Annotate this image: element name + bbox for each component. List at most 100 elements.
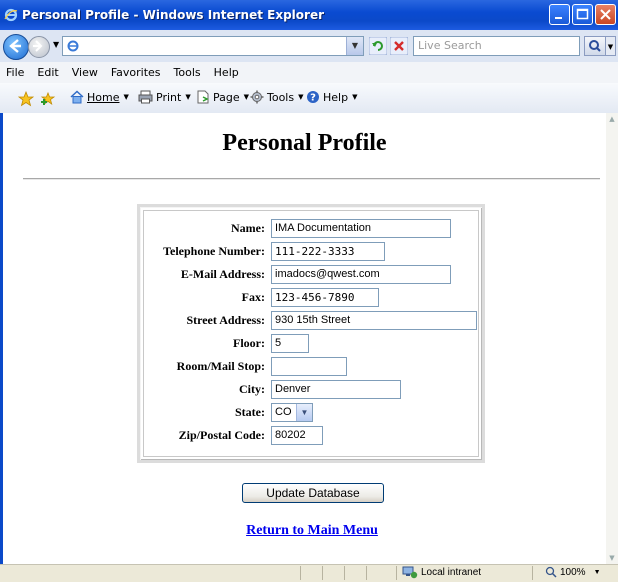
refresh-icon[interactable] <box>369 37 387 55</box>
status-divider <box>532 566 533 580</box>
fax-label: Fax: <box>241 289 265 304</box>
profile-form-inner: Name: IMA Documentation Telephone Number… <box>143 210 479 457</box>
ie-logo-icon <box>4 8 18 22</box>
profile-form: Name: IMA Documentation Telephone Number… <box>137 204 485 463</box>
zoom-level: 100% <box>560 566 586 578</box>
page-title: Personal Profile <box>222 130 387 156</box>
search-options-icon[interactable]: ▼ <box>606 36 616 56</box>
menu-help[interactable]: Help <box>214 66 239 79</box>
back-button[interactable] <box>3 34 29 60</box>
home-button[interactable]: Home ▼ <box>70 90 129 104</box>
menu-file[interactable]: File <box>6 66 24 79</box>
magnifier-icon <box>589 40 601 52</box>
fax-input[interactable]: 123-456-7890 <box>271 287 379 307</box>
address-toolbar: ▼ ▼ Live Search ▼ <box>0 30 618 63</box>
update-database-button[interactable]: Update Database <box>242 483 384 503</box>
name-label: Name: <box>231 220 265 235</box>
street-label: Street Address: <box>186 312 265 327</box>
chevron-down-icon[interactable]: ▼ <box>296 403 312 421</box>
form-row-city: City: Denver <box>144 378 484 400</box>
print-dropdown-icon[interactable]: ▼ <box>185 93 190 101</box>
floor-label: Floor: <box>233 335 265 350</box>
zoom-control[interactable]: 100% ▼ <box>545 566 601 578</box>
close-button[interactable] <box>595 4 616 25</box>
close-icon <box>600 9 611 20</box>
window-title: Personal Profile - Windows Internet Expl… <box>22 8 324 22</box>
page-button[interactable]: Page ▼ <box>196 90 249 104</box>
vertical-scrollbar[interactable]: ▲ ▼ <box>606 113 618 564</box>
menu-view[interactable]: View <box>72 66 98 79</box>
form-row-name: Name: IMA Documentation <box>144 217 484 239</box>
form-row-zip: Zip/Postal Code: 80202 <box>144 424 484 446</box>
zip-input[interactable]: 80202 <box>271 425 323 445</box>
window-titlebar: Personal Profile - Windows Internet Expl… <box>0 0 618 30</box>
scroll-down-icon[interactable]: ▼ <box>606 552 618 564</box>
help-dropdown-icon[interactable]: ▼ <box>352 93 357 101</box>
print-button[interactable]: Print ▼ <box>138 90 191 104</box>
help-label: Help <box>323 90 349 104</box>
email-label: E-Mail Address: <box>180 266 265 281</box>
status-divider <box>344 566 345 580</box>
scroll-up-icon[interactable]: ▲ <box>606 113 618 125</box>
stop-icon[interactable] <box>390 37 408 55</box>
page-dropdown-icon[interactable]: ▼ <box>244 93 249 101</box>
telephone-label: Telephone Number: <box>163 243 265 258</box>
favorites-star-icon[interactable] <box>18 91 34 107</box>
menu-favorites[interactable]: Favorites <box>111 66 161 79</box>
maximize-button[interactable] <box>572 4 593 25</box>
room-input[interactable] <box>271 356 347 376</box>
room-label: Room/Mail Stop: <box>176 358 265 373</box>
floor-input[interactable]: 5 <box>271 333 309 353</box>
name-input[interactable]: IMA Documentation <box>271 218 451 238</box>
home-dropdown-icon[interactable]: ▼ <box>123 93 128 101</box>
forward-button[interactable] <box>28 36 50 58</box>
status-divider <box>396 566 397 580</box>
email-input[interactable]: imadocs@qwest.com <box>271 264 451 284</box>
zoom-dropdown-icon[interactable]: ▼ <box>594 569 601 576</box>
page-icon <box>197 90 209 104</box>
maximize-icon <box>576 8 589 20</box>
form-row-fax: Fax: 123-456-7890 <box>144 286 484 308</box>
address-dropdown-icon[interactable]: ▼ <box>346 37 363 55</box>
command-bar: Home ▼ Print ▼ Page ▼ Tools ▼ ? Help ▼ <box>0 83 618 114</box>
menu-tools[interactable]: Tools <box>174 66 201 79</box>
zoom-magnifier-icon <box>545 566 557 578</box>
telephone-input[interactable]: 111-222-3333 <box>271 241 385 261</box>
form-row-email: E-Mail Address: imadocs@qwest.com <box>144 263 484 285</box>
form-row-floor: Floor: 5 <box>144 332 484 354</box>
security-zone: Local intranet <box>402 566 481 579</box>
form-row-state: State: CO ▼ <box>144 401 484 423</box>
page-label: Page <box>213 90 240 104</box>
street-input[interactable]: 930 15th Street <box>271 310 477 330</box>
search-button[interactable] <box>584 36 606 56</box>
back-arrow-icon <box>9 39 21 53</box>
page-e-icon <box>67 40 79 52</box>
history-dropdown-icon[interactable]: ▼ <box>53 40 59 49</box>
form-row-street: Street Address: 930 15th Street <box>144 309 484 331</box>
tools-dropdown-icon[interactable]: ▼ <box>298 93 303 101</box>
add-favorites-icon[interactable] <box>40 91 56 107</box>
gear-icon <box>250 90 264 104</box>
help-button[interactable]: ? Help ▼ <box>306 90 357 104</box>
city-input[interactable]: Denver <box>271 379 401 399</box>
minimize-icon <box>555 17 562 19</box>
return-main-menu-link[interactable]: Return to Main Menu <box>3 523 618 539</box>
state-select[interactable]: CO ▼ <box>271 402 313 422</box>
minimize-button[interactable] <box>549 4 570 25</box>
search-input[interactable]: Live Search <box>413 36 580 56</box>
page-content: Personal Profile Name: IMA Documentation… <box>0 113 606 564</box>
menu-edit[interactable]: Edit <box>37 66 58 79</box>
menu-bar: File Edit View Favorites Tools Help <box>0 62 618 84</box>
status-divider <box>366 566 367 580</box>
status-divider <box>300 566 301 580</box>
svg-text:?: ? <box>310 93 316 104</box>
form-row-telephone: Telephone Number: 111-222-3333 <box>144 240 484 262</box>
state-label: State: <box>235 404 265 419</box>
printer-icon <box>138 90 153 104</box>
security-zone-label: Local intranet <box>421 567 482 578</box>
state-value: CO <box>275 405 292 418</box>
address-bar[interactable]: ▼ <box>62 36 364 56</box>
home-icon <box>70 90 84 104</box>
tools-button[interactable]: Tools ▼ <box>250 90 304 104</box>
tools-label: Tools <box>267 90 295 104</box>
